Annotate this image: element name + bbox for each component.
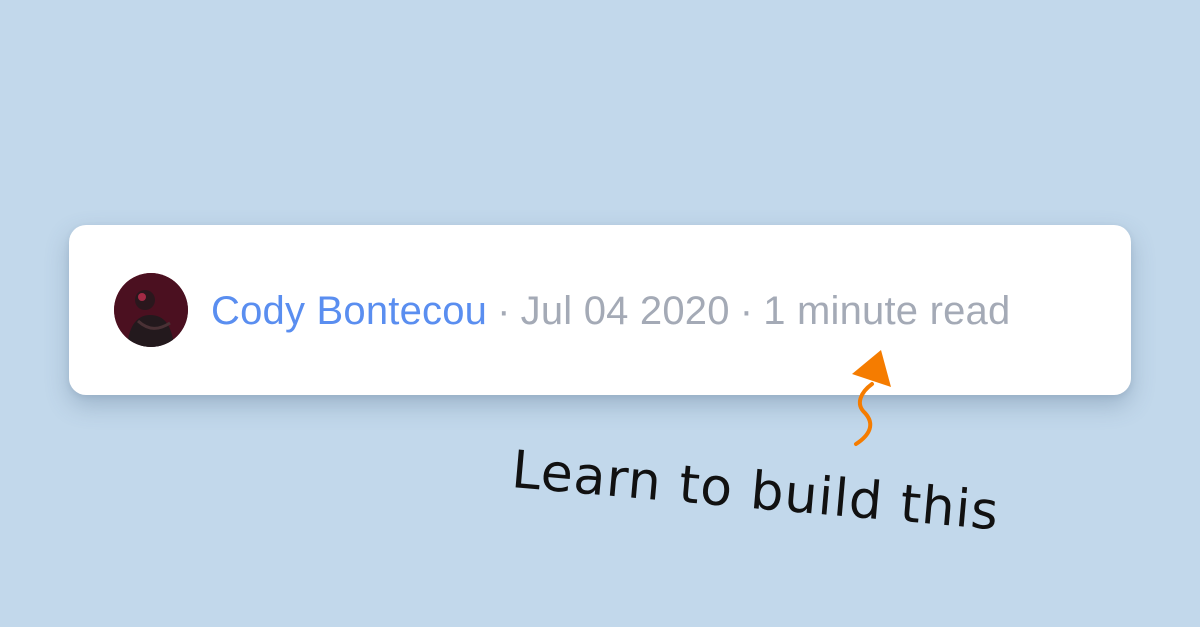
post-date: Jul 04 2020 xyxy=(520,288,730,333)
post-meta: Cody Bontecou · Jul 04 2020 · 1 minute r… xyxy=(211,287,1010,335)
avatar[interactable] xyxy=(114,273,188,347)
annotation: Learn to build this xyxy=(500,340,1040,560)
meta-separator: · xyxy=(739,288,754,333)
read-time: 1 minute read xyxy=(763,288,1011,333)
author-link[interactable]: Cody Bontecou xyxy=(211,289,487,334)
avatar-image xyxy=(114,273,188,347)
meta-separator: · xyxy=(497,288,511,333)
